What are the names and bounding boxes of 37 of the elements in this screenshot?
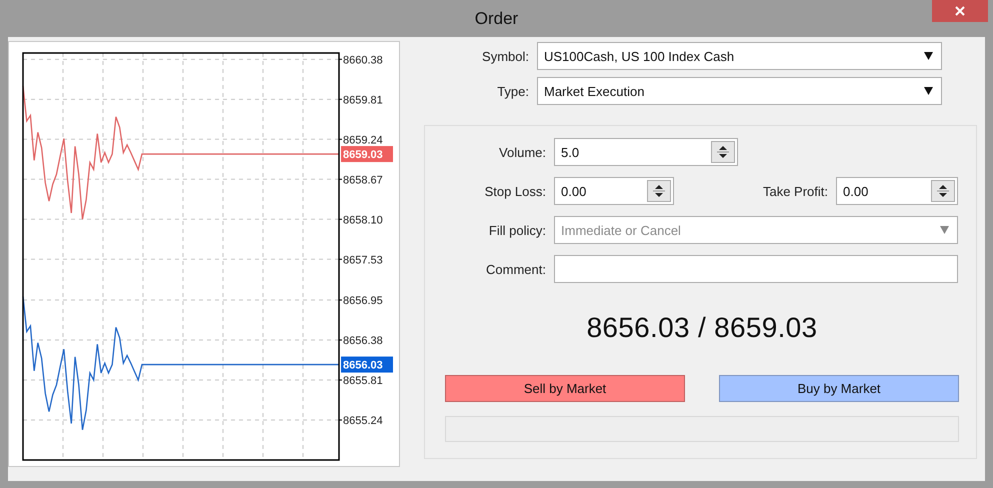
spin-buttons[interactable]	[931, 180, 955, 202]
field-label: Type:	[496, 84, 529, 98]
price-quote: 8656.03 / 8659.03	[586, 312, 818, 344]
buy-button[interactable]: Buy by Market	[719, 375, 959, 402]
take-profit-field[interactable]: 0.00	[836, 177, 958, 205]
spin-buttons[interactable]	[647, 180, 671, 202]
axis-tick-label: 8655.81	[343, 375, 383, 387]
type-dropdown[interactable]: Market Execution	[537, 77, 942, 105]
price-tag: 8659.03	[341, 146, 393, 162]
field-label: Volume:	[498, 144, 546, 160]
symbol-dropdown[interactable]: US100Cash, US 100 Index Cash	[537, 42, 942, 70]
spin-buttons[interactable]	[711, 141, 735, 163]
field-label: Fill policy:	[488, 222, 546, 238]
close-button[interactable]	[932, 0, 988, 22]
axis-tick-label: 8658.67	[343, 174, 383, 186]
axis-tick-label: 8655.24	[343, 415, 383, 427]
stop-loss-field[interactable]: 0.00	[554, 177, 674, 205]
axis-tick-label: 8656.95	[343, 295, 383, 307]
window-title: Order	[474, 8, 518, 28]
axis-tick-label: 8659.24	[343, 134, 383, 146]
axis-tick-label: 8656.38	[343, 335, 383, 347]
caret-icon	[940, 226, 949, 234]
field-label: Stop Loss:	[484, 184, 546, 198]
caret-icon	[924, 87, 933, 95]
caret-icon	[924, 52, 933, 60]
axis-tick-label: 8658.10	[343, 214, 383, 226]
sell-button[interactable]: Sell by Market	[445, 375, 685, 402]
volume-field[interactable]: 5.0	[554, 138, 738, 166]
field-label: Comment:	[485, 262, 546, 276]
field-label: Take Profit:	[762, 184, 828, 198]
axis-tick-label: 8657.53	[343, 254, 383, 266]
field-label: Symbol:	[481, 48, 529, 64]
price-tag: 8656.03	[341, 356, 393, 373]
close-icon	[955, 6, 965, 16]
comment-field[interactable]	[554, 255, 958, 283]
axis-tick-label: 8660.38	[343, 54, 383, 66]
axis-tick-label: 8659.81	[343, 94, 383, 106]
